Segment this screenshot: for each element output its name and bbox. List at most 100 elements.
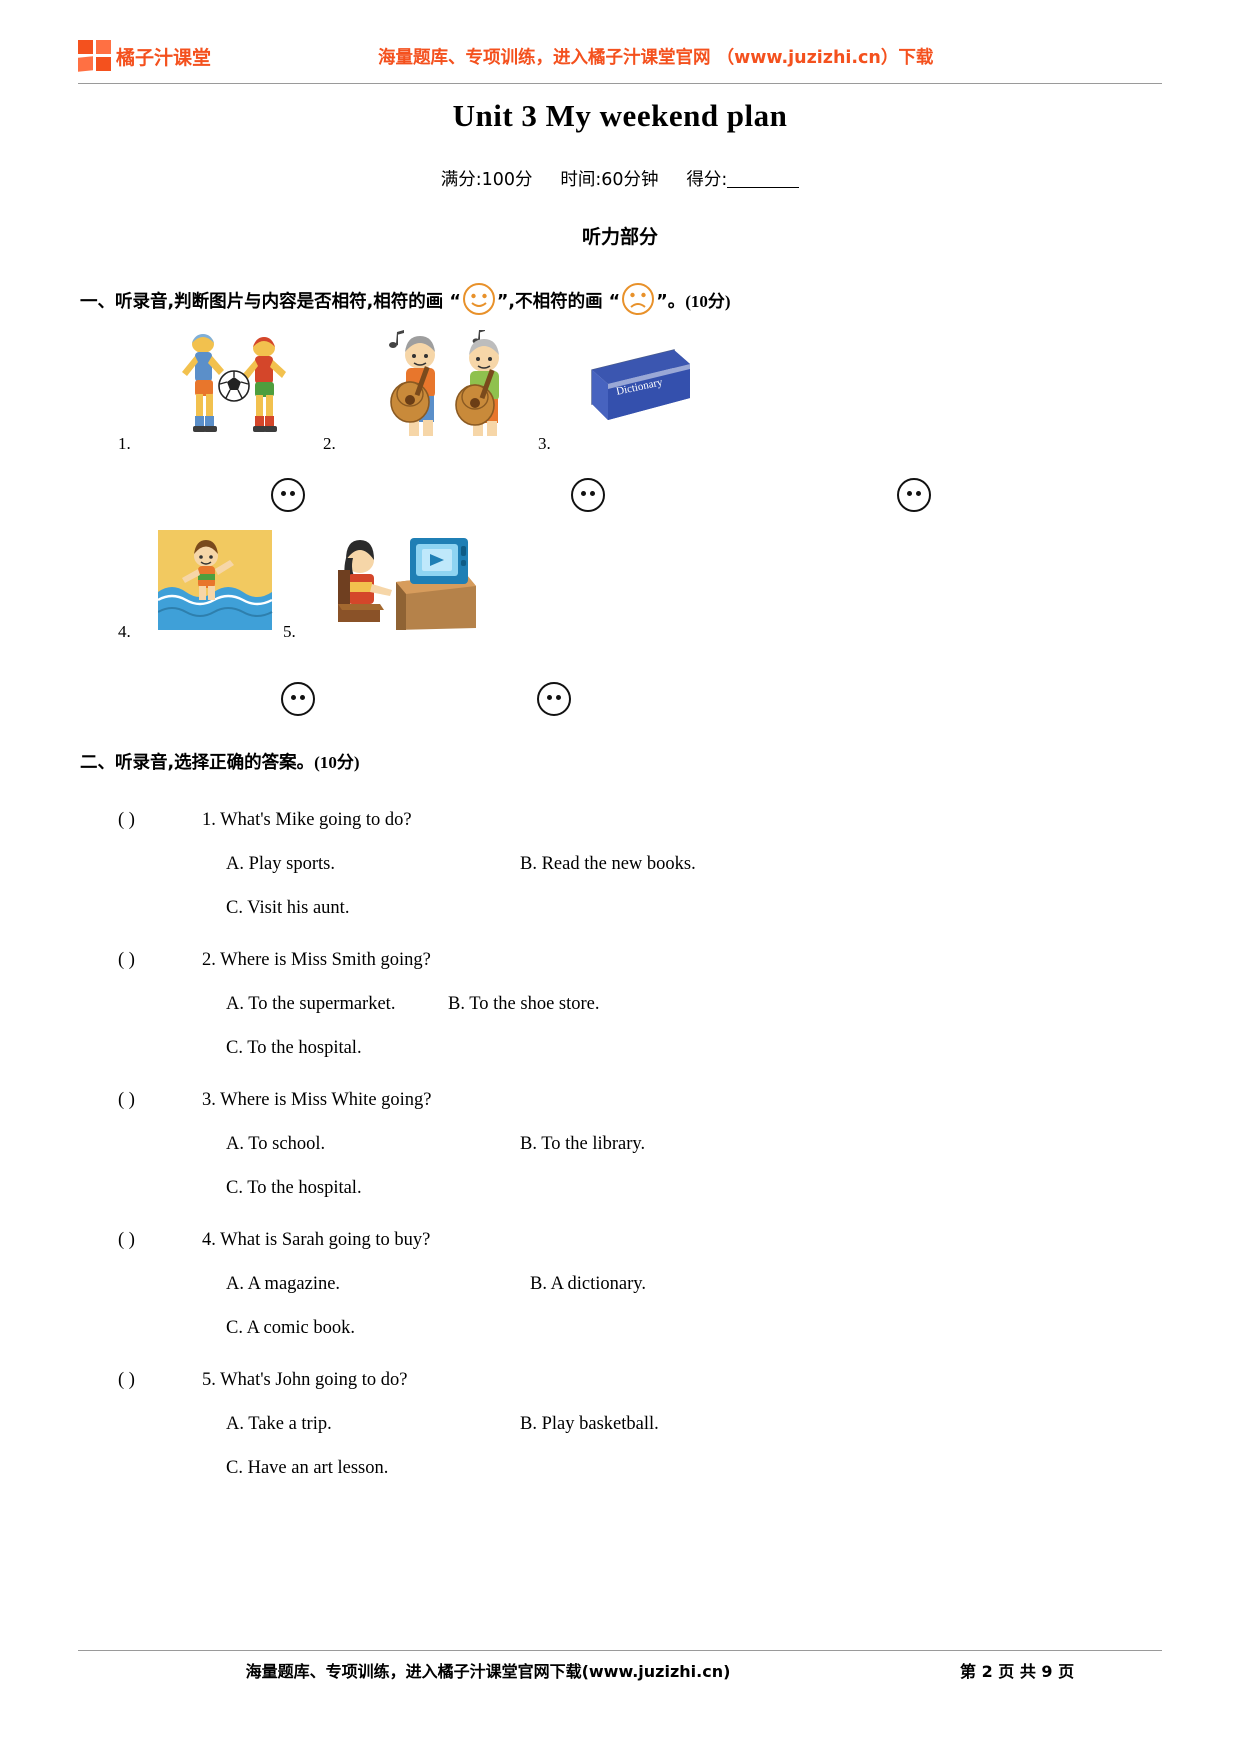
watching-tv-image: [338, 538, 476, 630]
mcq-item: ( ) 4. What is Sarah going to buy? A. A m…: [118, 1218, 1138, 1350]
mcq-option-a[interactable]: A. To school.: [226, 1122, 325, 1166]
picture-label-2: 2.: [323, 434, 336, 453]
mcq-options-row: C. A comic book.: [118, 1306, 1138, 1350]
mcq-answer-blank[interactable]: ( ): [118, 798, 202, 842]
brand-logo: 橘子汁课堂: [78, 40, 211, 72]
answer-circle-4[interactable]: [281, 682, 315, 716]
header-divider: [78, 83, 1162, 84]
full-marks-label: 满分:100分: [440, 170, 533, 190]
mcq-option-a[interactable]: A. Play sports.: [226, 842, 335, 886]
q1-quote-close-1: ”: [496, 292, 509, 312]
q2-number: 二、: [80, 753, 115, 773]
mcq-stem: ( ) 4. What is Sarah going to buy?: [118, 1218, 1138, 1262]
picture-label-3: 3.: [538, 434, 551, 453]
mcq-question-text: 3. Where is Miss White going?: [202, 1090, 432, 1110]
logo-squares-icon: [78, 40, 112, 72]
page-header: 橘子汁课堂 海量题库、专项训练，进入橘子汁课堂官网 （www.juzizhi.c…: [78, 36, 1162, 82]
q2-text: 听录音,选择正确的答案。: [115, 753, 315, 773]
mcq-options-row: C. Have an art lesson.: [118, 1446, 1138, 1490]
answer-circle-2[interactable]: [571, 478, 605, 512]
q1-text-c: 。: [667, 292, 686, 312]
mcq-options-row: A. Take a trip. B. Play basketball.: [118, 1402, 1138, 1446]
mcq-answer-blank[interactable]: ( ): [118, 938, 202, 982]
mcq-item: ( ) 1. What's Mike going to do? A. Play s…: [118, 798, 1138, 930]
footer-page-number: 第 2 页 共 9 页: [960, 1662, 1075, 1681]
page-title: Unit 3 My weekend plan: [452, 98, 788, 133]
mcq-option-c[interactable]: C. Visit his aunt.: [226, 886, 349, 930]
mcq-option-b[interactable]: B. To the shoe store.: [448, 982, 600, 1026]
q1-quote-open-1: “: [449, 292, 461, 312]
picture-label-5: 5.: [283, 622, 296, 641]
mcq-option-b[interactable]: B. To the library.: [520, 1122, 645, 1166]
dictionary-book-image: Dictionary: [591, 349, 690, 420]
mcq-item: ( ) 5. What's John going to do? A. Take a…: [118, 1358, 1138, 1490]
mcq-options-row: A. To school. B. To the library.: [118, 1122, 1138, 1166]
mcq-options-row: C. To the hospital.: [118, 1026, 1138, 1070]
score-label: 得分:: [686, 170, 728, 190]
score-line: 满分:100分 时间:60分钟 得分:: [0, 166, 1240, 191]
answer-circle-1[interactable]: [271, 478, 305, 512]
mcq-option-a[interactable]: A. To the supermarket.: [226, 982, 395, 1026]
picture-label-1: 1.: [118, 434, 131, 453]
mcq-options-row: A. To the supermarket. B. To the shoe st…: [118, 982, 1138, 1026]
answer-circle-5[interactable]: [537, 682, 571, 716]
q1-text-b: ,不相符的画: [508, 292, 603, 312]
q2-points: (10分): [314, 753, 360, 772]
answer-circles-row-two: [0, 682, 1240, 722]
answer-circles-row-one: [0, 478, 1240, 518]
mcq-option-c[interactable]: C. To the hospital.: [226, 1166, 362, 1210]
footer-text: 海量题库、专项训练，进入橘子汁课堂官网下载(www.juzizhi.cn): [245, 1662, 731, 1681]
exam-page: 橘子汁课堂 海量题库、专项训练，进入橘子汁课堂官网 （www.juzizhi.c…: [0, 0, 1240, 1754]
score-blank[interactable]: [727, 187, 800, 188]
mcq-answer-blank[interactable]: ( ): [118, 1078, 202, 1122]
mcq-stem: ( ) 1. What's Mike going to do?: [118, 798, 1138, 842]
question-one-heading: 一、听录音,判断图片与内容是否相符,相符的画 “ ”,不相符的画 “ ”。(10…: [80, 282, 1170, 321]
mcq-question-text: 4. What is Sarah going to buy?: [202, 1230, 431, 1250]
mcq-option-b[interactable]: B. Play basketball.: [520, 1402, 659, 1446]
question-two-heading: 二、听录音,选择正确的答案。(10分): [80, 748, 1170, 774]
multiple-choice-list: ( ) 1. What's Mike going to do? A. Play s…: [118, 798, 1138, 1498]
footer-divider: [78, 1650, 1162, 1651]
header-promo-text: 海量题库、专项训练，进入橘子汁课堂官网 （www.juzizhi.cn）下载: [378, 48, 934, 68]
section-title: 听力部分: [581, 226, 658, 248]
mcq-option-c[interactable]: C. A comic book.: [226, 1306, 355, 1350]
picture-label-4: 4.: [118, 622, 131, 641]
picture-item-5: 5.: [283, 530, 478, 641]
answer-circle-3[interactable]: [897, 478, 931, 512]
sad-face-icon: [621, 282, 655, 321]
mcq-option-a[interactable]: A. Take a trip.: [226, 1402, 332, 1446]
mcq-question-text: 1. What's Mike going to do?: [202, 810, 412, 830]
picture-row-one: 1. 2. Dictionary 3.: [118, 328, 1118, 460]
mcq-item: ( ) 3. Where is Miss White going? A. To s…: [118, 1078, 1138, 1210]
mcq-options-row: A. A magazine. B. A dictionary.: [118, 1262, 1138, 1306]
mcq-options-row: C. Visit his aunt.: [118, 886, 1138, 930]
mcq-option-b[interactable]: B. A dictionary.: [530, 1262, 646, 1306]
picture-item-2: 2.: [323, 328, 538, 453]
mcq-option-a[interactable]: A. A magazine.: [226, 1262, 340, 1306]
q1-quote-open-2: “: [608, 292, 621, 312]
q1-number: 一、: [80, 292, 115, 312]
q1-text-a: 听录音,判断图片与内容是否相符,相符的画: [115, 292, 444, 312]
mcq-stem: ( ) 2. Where is Miss Smith going?: [118, 938, 1138, 982]
mcq-question-text: 2. Where is Miss Smith going?: [202, 950, 431, 970]
soccer-players-image: [182, 334, 286, 432]
swimming-beach-image: [157, 530, 273, 630]
mcq-option-c[interactable]: C. To the hospital.: [226, 1026, 362, 1070]
time-label: 时间:60分钟: [560, 170, 659, 190]
mcq-option-c[interactable]: C. Have an art lesson.: [226, 1446, 388, 1490]
mcq-option-b[interactable]: B. Read the new books.: [520, 842, 696, 886]
mcq-stem: ( ) 3. Where is Miss White going?: [118, 1078, 1138, 1122]
picture-item-4: 4.: [118, 530, 278, 641]
picture-row-two: 4. 5.: [118, 530, 1118, 645]
mcq-question-text: 5. What's John going to do?: [202, 1370, 408, 1390]
mcq-item: ( ) 2. Where is Miss Smith going? A. To t…: [118, 938, 1138, 1070]
picture-item-3: Dictionary 3.: [538, 342, 708, 453]
mcq-answer-blank[interactable]: ( ): [118, 1218, 202, 1262]
mcq-options-row: C. To the hospital.: [118, 1166, 1138, 1210]
logo-text: 橘子汁课堂: [116, 46, 212, 69]
q1-points: (10分): [685, 292, 731, 311]
mcq-stem: ( ) 5. What's John going to do?: [118, 1358, 1138, 1402]
picture-item-1: 1.: [118, 330, 308, 453]
happy-face-icon: [462, 282, 496, 321]
mcq-answer-blank[interactable]: ( ): [118, 1358, 202, 1402]
